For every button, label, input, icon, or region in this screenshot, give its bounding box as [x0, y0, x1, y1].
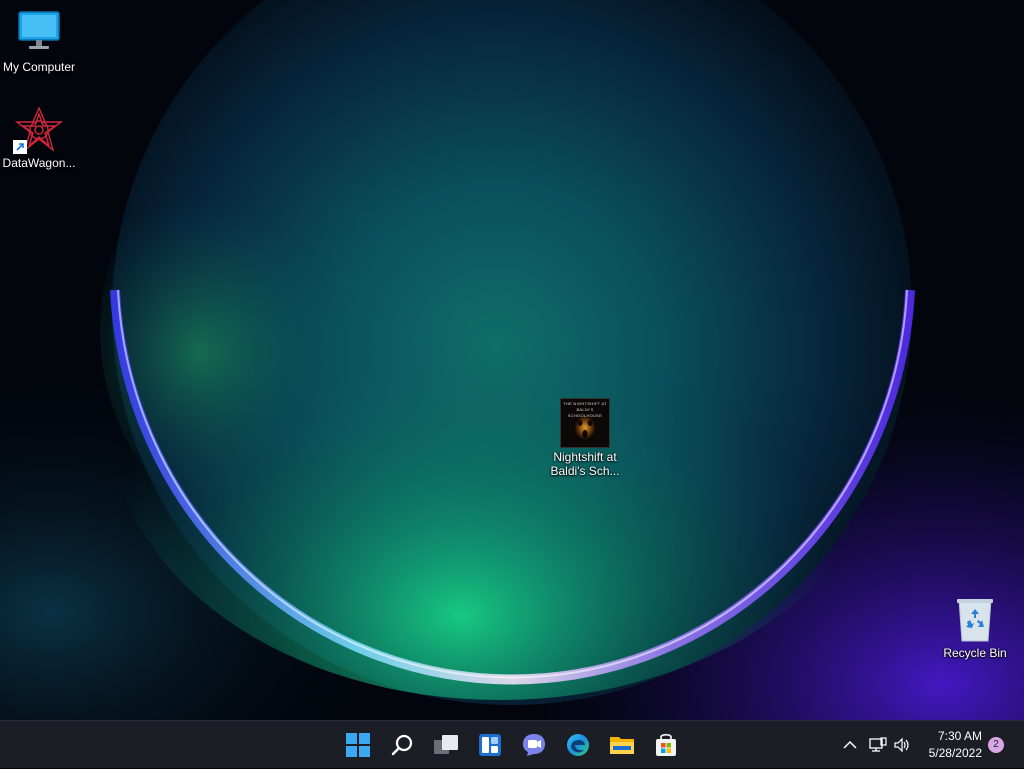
- datawagon-icon: [13, 106, 64, 154]
- clock[interactable]: 7:30 AM 5/28/2022: [929, 728, 982, 762]
- task-view-icon: [434, 735, 458, 754]
- store-icon: [656, 733, 676, 756]
- taskbar: 7:30 AM 5/28/2022 2: [0, 720, 1024, 768]
- search-button[interactable]: [384, 727, 420, 763]
- chat-icon: [523, 734, 545, 756]
- notification-badge[interactable]: 2: [988, 737, 1004, 753]
- volume-button[interactable]: [890, 721, 914, 769]
- desktop-icon-datawagon[interactable]: DataWagon...: [0, 106, 80, 170]
- recycle-bin-icon: [951, 596, 999, 644]
- start-button[interactable]: [340, 727, 376, 763]
- desktop-icon-nightshift[interactable]: THE NIGHTSHIFT AT BALDI'S SCHOOLHOUSE Ni…: [544, 398, 626, 478]
- network-button[interactable]: [866, 721, 890, 769]
- file-explorer-icon: [610, 737, 634, 754]
- datawagon-label: DataWagon...: [2, 156, 76, 170]
- file-explorer-button[interactable]: [604, 727, 640, 763]
- monitor-icon: [15, 10, 63, 58]
- task-view-button[interactable]: [428, 727, 464, 763]
- widgets-icon: [479, 734, 501, 756]
- search-icon: [391, 734, 413, 756]
- nightshift-label: Nightshift at Baldi's Sch...: [550, 450, 620, 478]
- network-icon: [869, 737, 887, 752]
- recycle-bin-label: Recycle Bin: [943, 646, 1007, 660]
- tray-overflow-button[interactable]: [838, 721, 862, 769]
- clock-date: 5/28/2022: [928, 746, 982, 760]
- chat-button[interactable]: [516, 727, 552, 763]
- shortcut-arrow-icon: [13, 140, 27, 154]
- nightshift-poster-text: THE NIGHTSHIFT AT BALDI'S SCHOOLHOUSE: [563, 401, 607, 418]
- volume-icon: [894, 737, 909, 753]
- nightshift-game-icon: THE NIGHTSHIFT AT BALDI'S SCHOOLHOUSE: [560, 398, 610, 448]
- desktop-icon-recycle-bin[interactable]: Recycle Bin: [934, 596, 1016, 660]
- store-button[interactable]: [648, 727, 684, 763]
- chevron-up-icon: [843, 740, 857, 749]
- my-computer-label: My Computer: [2, 60, 76, 74]
- edge-button[interactable]: [560, 727, 596, 763]
- clock-time: 7:30 AM: [937, 729, 982, 743]
- edge-icon: [567, 734, 589, 756]
- start-icon: [346, 733, 370, 757]
- desktop-icon-my-computer[interactable]: My Computer: [0, 10, 80, 74]
- widgets-button[interactable]: [472, 727, 508, 763]
- desktop-wallpaper: [0, 0, 1024, 720]
